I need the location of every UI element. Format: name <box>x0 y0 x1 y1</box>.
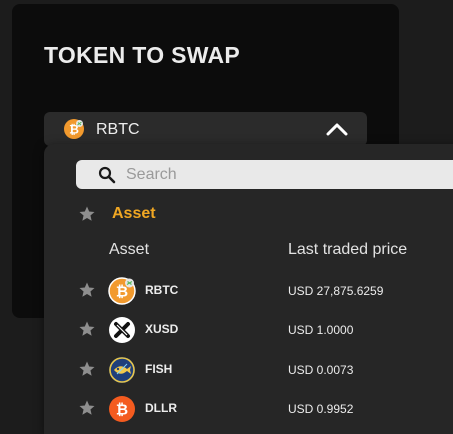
star-icon[interactable] <box>78 281 96 299</box>
selected-token-label: RBTC <box>96 121 140 138</box>
svg-text:₿: ₿ <box>116 402 128 419</box>
token-row-xusd[interactable]: XUSD USD 1.0000 <box>44 309 453 349</box>
token-dropdown: Asset Asset Last traded price ₿ RBTC USD… <box>44 144 453 434</box>
xusd-coin-icon <box>109 317 135 343</box>
token-symbol: XUSD <box>145 322 179 336</box>
token-row-dllr[interactable]: ₿ DLLR USD 0.9952 <box>44 388 453 428</box>
token-row-fish[interactable]: FISH USD 0.0073 <box>44 349 453 389</box>
star-icon[interactable] <box>78 205 96 223</box>
token-price: USD 0.9952 <box>288 402 354 416</box>
asset-column-header: Asset <box>109 241 150 258</box>
star-icon[interactable] <box>78 399 96 417</box>
token-price: USD 0.0073 <box>288 363 354 377</box>
search-bar[interactable] <box>76 160 453 189</box>
dllr-coin-icon: ₿ <box>109 396 135 422</box>
card-title: TOKEN TO SWAP <box>44 42 241 68</box>
price-column-header: Last traded price <box>288 241 408 258</box>
rbtc-coin-icon: ₿ <box>108 277 136 305</box>
search-input[interactable] <box>126 160 453 189</box>
token-price: USD 27,875.6259 <box>288 284 384 298</box>
token-symbol: RBTC <box>145 283 179 297</box>
token-selector[interactable]: ₿ RBTC <box>44 112 367 146</box>
fish-coin-icon <box>109 357 135 383</box>
token-row-rbtc[interactable]: ₿ RBTC USD 27,875.6259 <box>44 270 453 310</box>
favorites-asset-label[interactable]: Asset <box>112 205 156 223</box>
token-symbol: DLLR <box>145 401 177 415</box>
star-icon[interactable] <box>78 320 96 338</box>
token-symbol: FISH <box>145 362 173 376</box>
chevron-up-icon[interactable] <box>325 120 349 138</box>
search-icon <box>98 166 116 184</box>
star-icon[interactable] <box>78 360 96 378</box>
token-price: USD 1.0000 <box>288 323 354 337</box>
rbtc-coin-icon: ₿ <box>64 119 84 139</box>
